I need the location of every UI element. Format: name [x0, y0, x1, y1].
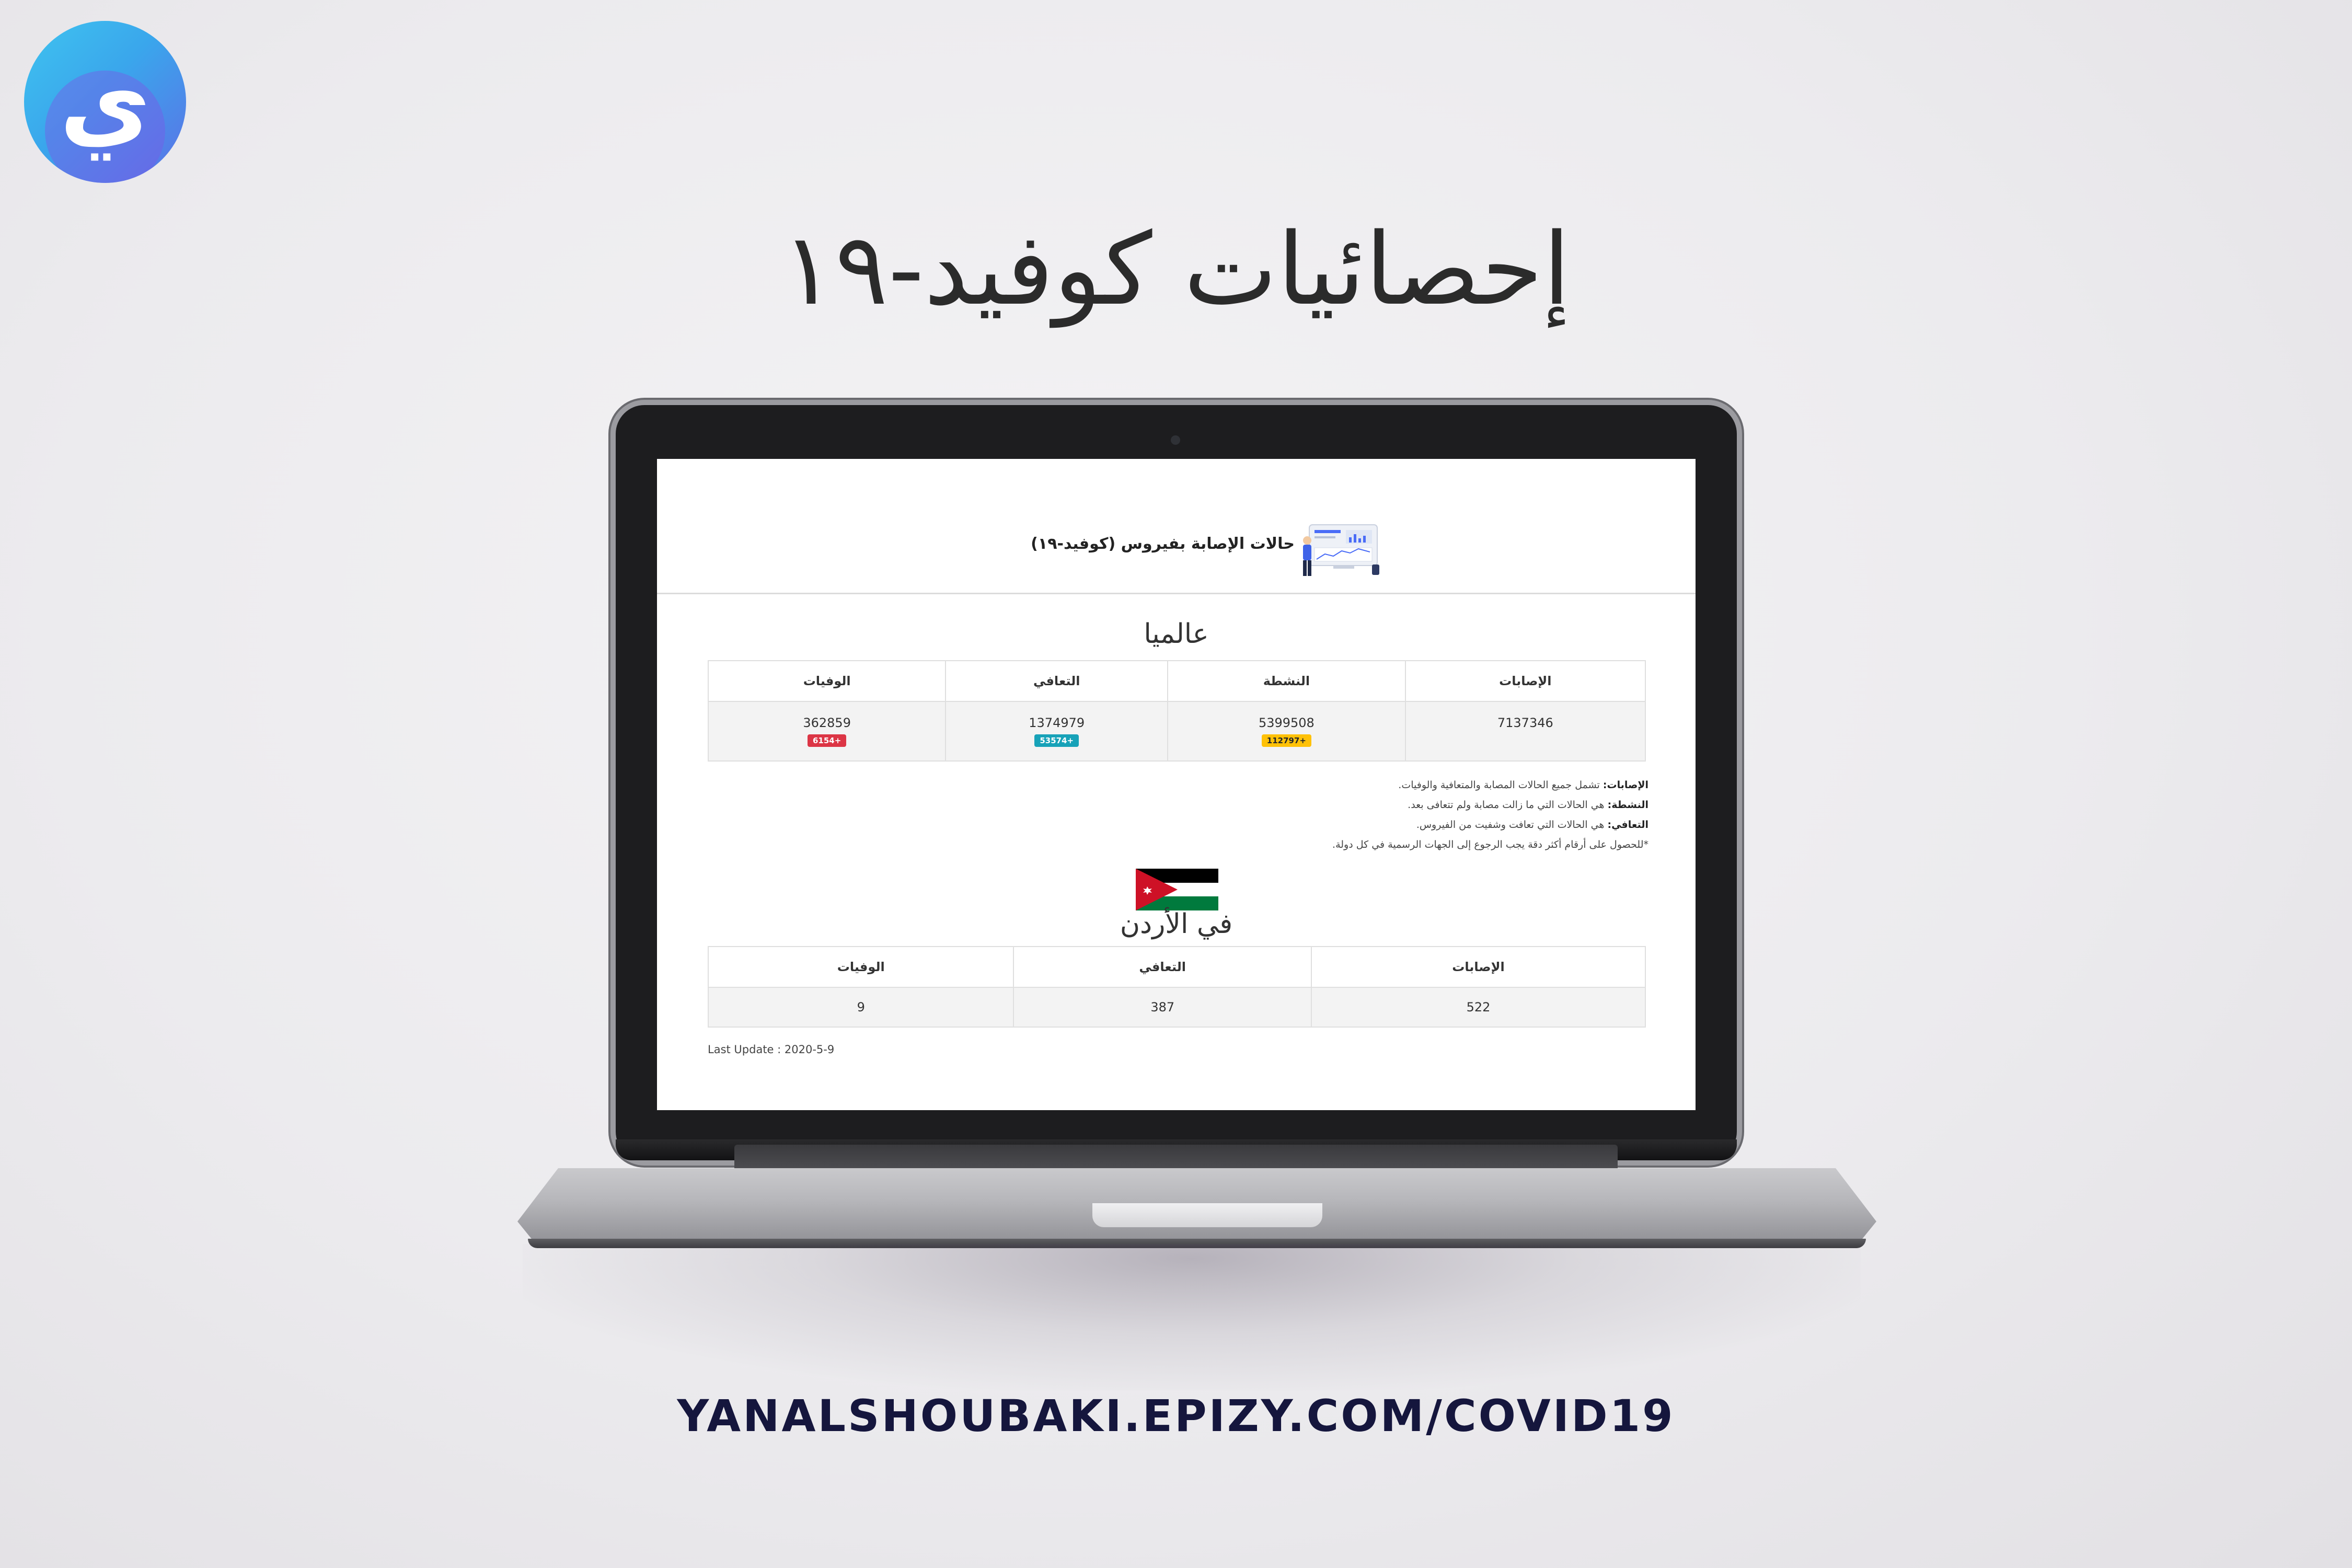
value-recovered: 387	[1013, 987, 1312, 1028]
note-text: *للحصول على أرقام أكثر دقة يجب الرجوع إل…	[1332, 839, 1648, 850]
site-header: حالات الإصابة بفيروس (كوفيد-١٩)	[657, 459, 1696, 594]
value-recovered: 1374979	[1029, 716, 1085, 730]
value-deaths: 362859	[803, 716, 851, 730]
note-term: الإصابات:	[1602, 779, 1648, 791]
headline: إحصائيات كوفيد-١٩	[781, 212, 1571, 327]
definitions-notes: الإصابات: تشمل جميع الحالات المصابة والم…	[708, 775, 1648, 855]
header-cases: الإصابات	[1311, 946, 1646, 988]
note-term: النشطة:	[1607, 799, 1648, 811]
value-deaths: 9	[707, 987, 1014, 1028]
header-deaths: الوفيات	[707, 660, 947, 702]
header-recovered: التعافي	[1013, 946, 1312, 988]
note-line: الإصابات: تشمل جميع الحالات المصابة والم…	[708, 775, 1648, 795]
cell-recovered: 1374979 +53574	[945, 701, 1169, 762]
note-text: هي الحالات التي ما زالت مصابة ولم تتعافى…	[1408, 799, 1608, 811]
table-row: 7137346 5399508 +112797 1374979 +53574 3…	[707, 701, 1646, 762]
laptop-opening-notch	[1092, 1203, 1322, 1227]
jordan-section-title: في الأردن	[1120, 908, 1233, 940]
cell-cases: 7137346	[1404, 701, 1646, 762]
brand-logo: ي	[24, 21, 186, 183]
header-cases: الإصابات	[1404, 660, 1646, 702]
site-url[interactable]: YANALSHOUBAKI.EPIZY.COM/COVID19	[627, 1390, 1725, 1442]
world-section-title: عالميا	[1144, 618, 1209, 650]
cell-active: 5399508 +112797	[1167, 701, 1406, 762]
recovered-delta-badge: +53574	[1034, 734, 1079, 747]
value-cases: 7137346	[1497, 716, 1553, 730]
value-active: 5399508	[1258, 716, 1315, 730]
header-deaths: الوفيات	[707, 946, 1014, 988]
active-delta-badge: +112797	[1261, 734, 1311, 747]
note-line: التعافي: هي الحالات التي تعافت وشفيت من …	[708, 815, 1648, 835]
camera-dot	[1171, 435, 1180, 445]
note-line: *للحصول على أرقام أكثر دقة يجب الرجوع إل…	[708, 835, 1648, 855]
laptop-screen: حالات الإصابة بفيروس (كوفيد-١٩) عالميا ا…	[657, 459, 1696, 1110]
logo-glyph: ي	[59, 44, 151, 160]
dashboard-illustration-icon	[1303, 524, 1379, 576]
laptop-lid: حالات الإصابة بفيروس (كوفيد-١٩) عالميا ا…	[616, 405, 1737, 1160]
table-header-row: الإصابات النشطة التعافي الوفيات	[707, 660, 1646, 702]
header-recovered: التعافي	[945, 660, 1169, 702]
deaths-delta-badge: +6154	[807, 734, 847, 747]
cell-deaths: 362859 +6154	[707, 701, 947, 762]
table-header-row: الإصابات التعافي الوفيات	[707, 946, 1646, 988]
last-update-text: Last Update : 2020-5-9	[708, 1043, 835, 1056]
note-line: النشطة: هي الحالات التي ما زالت مصابة ول…	[708, 795, 1648, 815]
jordan-flag-icon	[1136, 869, 1218, 910]
note-text: تشمل جميع الحالات المصابة والمتعافية وال…	[1398, 779, 1603, 791]
header-active: النشطة	[1167, 660, 1406, 702]
laptop-shadow	[523, 1244, 1861, 1390]
note-text: هي الحالات التي تعافت وشفيت من الفيروس.	[1416, 819, 1608, 831]
site-title: حالات الإصابة بفيروس (كوفيد-١٩)	[1031, 535, 1295, 553]
note-term: التعافي:	[1607, 819, 1648, 831]
table-row: 522 387 9	[707, 987, 1646, 1028]
world-stats-table: الإصابات النشطة التعافي الوفيات 7137346 …	[707, 660, 1646, 762]
value-cases: 522	[1311, 987, 1646, 1028]
jordan-stats-table: الإصابات التعافي الوفيات 522 387 9	[707, 946, 1646, 1028]
